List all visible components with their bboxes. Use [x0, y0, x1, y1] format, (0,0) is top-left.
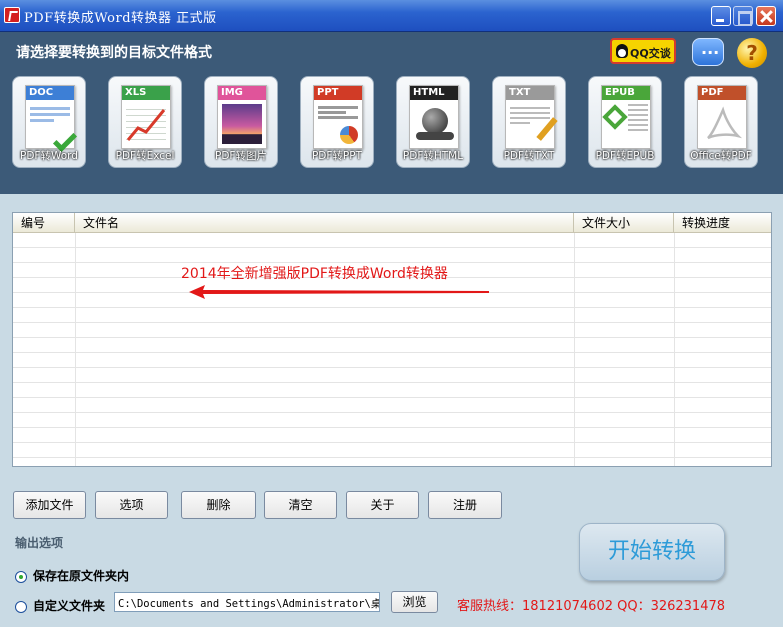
- format-instruction: 请选择要转换到的目标文件格式: [16, 45, 212, 61]
- format-office-to-pdf[interactable]: PDF Office转PDF: [684, 76, 758, 168]
- format-pdf-to-html[interactable]: HTML PDF转HTML: [396, 76, 470, 168]
- epub-file-icon: EPUB: [601, 85, 651, 149]
- close-button[interactable]: [756, 6, 776, 26]
- format-label: PDF转HTML: [402, 150, 464, 162]
- format-tag: IMG: [218, 86, 266, 100]
- chat-bubble-icon[interactable]: [692, 38, 724, 66]
- add-file-button[interactable]: 添加文件: [13, 491, 86, 519]
- start-convert-button[interactable]: 开始转换: [579, 523, 725, 581]
- window-title: PDF转换成Word转换器 正式版: [24, 11, 217, 26]
- img-file-icon: IMG: [217, 85, 267, 149]
- register-button[interactable]: 注册: [428, 491, 502, 519]
- format-pdf-to-image[interactable]: IMG PDF转图片: [204, 76, 278, 168]
- minimize-button[interactable]: [711, 6, 731, 26]
- delete-button[interactable]: 删除: [181, 491, 256, 519]
- output-options-label: 输出选项: [15, 536, 64, 550]
- pdf-file-icon: PDF: [697, 85, 747, 149]
- format-label: PDF转TXT: [503, 150, 555, 162]
- format-label: PDF转EPUB: [595, 150, 655, 162]
- app-icon: [4, 7, 20, 23]
- save-original-label: 保存在原文件夹内: [33, 569, 130, 583]
- options-button[interactable]: 选项: [95, 491, 168, 519]
- custom-folder-label: 自定义文件夹: [33, 599, 106, 613]
- custom-folder-option[interactable]: 自定义文件夹: [15, 597, 105, 614]
- html-file-icon: HTML: [409, 85, 459, 149]
- format-pdf-to-ppt[interactable]: PPT PDF转PPT: [300, 76, 374, 168]
- doc-file-icon: DOC: [25, 85, 78, 153]
- format-label: PDF转Excel: [115, 150, 175, 162]
- help-icon[interactable]: ?: [737, 38, 767, 68]
- column-header-index[interactable]: 编号: [13, 213, 75, 233]
- format-pdf-to-epub[interactable]: EPUB PDF转EPUB: [588, 76, 662, 168]
- ppt-file-icon: PPT: [313, 85, 363, 149]
- format-tag: PPT: [314, 86, 362, 100]
- about-button[interactable]: 关于: [346, 491, 419, 519]
- format-label: PDF转Word: [20, 150, 78, 162]
- save-original-option[interactable]: 保存在原文件夹内: [15, 567, 129, 584]
- browse-button[interactable]: 浏览: [391, 591, 438, 613]
- format-tag: EPUB: [602, 86, 650, 100]
- format-tag: HTML: [410, 86, 458, 100]
- format-label: PDF转PPT: [311, 150, 363, 162]
- format-tag: TXT: [506, 86, 554, 100]
- xls-file-icon: XLS: [121, 85, 171, 149]
- table-header: 编号 文件名 文件大小 转换进度: [13, 213, 771, 233]
- column-header-filename[interactable]: 文件名: [75, 213, 574, 233]
- title-bar[interactable]: PDF转换成Word转换器 正式版: [0, 0, 783, 32]
- app-window: PDF转换成Word转换器 正式版 请选择要转换到的目标文件格式 QQ交谈 ? …: [0, 0, 783, 627]
- txt-file-icon: TXT: [505, 85, 558, 149]
- format-label: PDF转图片: [215, 150, 267, 162]
- column-divider: [574, 233, 575, 466]
- format-tag: DOC: [26, 86, 74, 100]
- red-arrow-icon: [189, 285, 489, 299]
- radio-original[interactable]: [15, 570, 27, 583]
- maximize-button[interactable]: [733, 6, 753, 26]
- format-pdf-to-excel[interactable]: XLS PDF转Excel: [108, 76, 182, 168]
- format-label: Office转PDF: [690, 150, 752, 162]
- qq-chat-label: QQ交谈: [630, 47, 671, 60]
- format-selector: DOC PDF转Word XLS PDF转Excel IMG PDF转图片 PP…: [12, 76, 772, 168]
- column-header-filesize[interactable]: 文件大小: [574, 213, 674, 233]
- radio-custom[interactable]: [15, 600, 27, 613]
- format-pdf-to-txt[interactable]: TXT PDF转TXT: [492, 76, 566, 168]
- file-list-table[interactable]: 编号 文件名 文件大小 转换进度 2014年全新增强版PDF转换成Word转换器: [12, 212, 772, 467]
- qq-penguin-icon: [616, 44, 628, 58]
- column-header-progress[interactable]: 转换进度: [674, 213, 771, 233]
- column-divider: [75, 233, 76, 466]
- clear-button[interactable]: 清空: [264, 491, 337, 519]
- support-hotline: 客服热线：18121074602 QQ：326231478: [457, 599, 726, 614]
- format-tag: PDF: [698, 86, 746, 100]
- output-path-input[interactable]: C:\Documents and Settings\Administrator\…: [114, 592, 380, 612]
- qq-chat-button[interactable]: QQ交谈: [610, 38, 676, 64]
- format-panel: 请选择要转换到的目标文件格式 QQ交谈 ? DOC PDF转Word XL: [0, 32, 783, 194]
- format-pdf-to-word[interactable]: DOC PDF转Word: [12, 76, 86, 168]
- format-tag: XLS: [122, 86, 170, 100]
- column-divider: [674, 233, 675, 466]
- promo-banner-text: 2014年全新增强版PDF转换成Word转换器: [181, 266, 448, 282]
